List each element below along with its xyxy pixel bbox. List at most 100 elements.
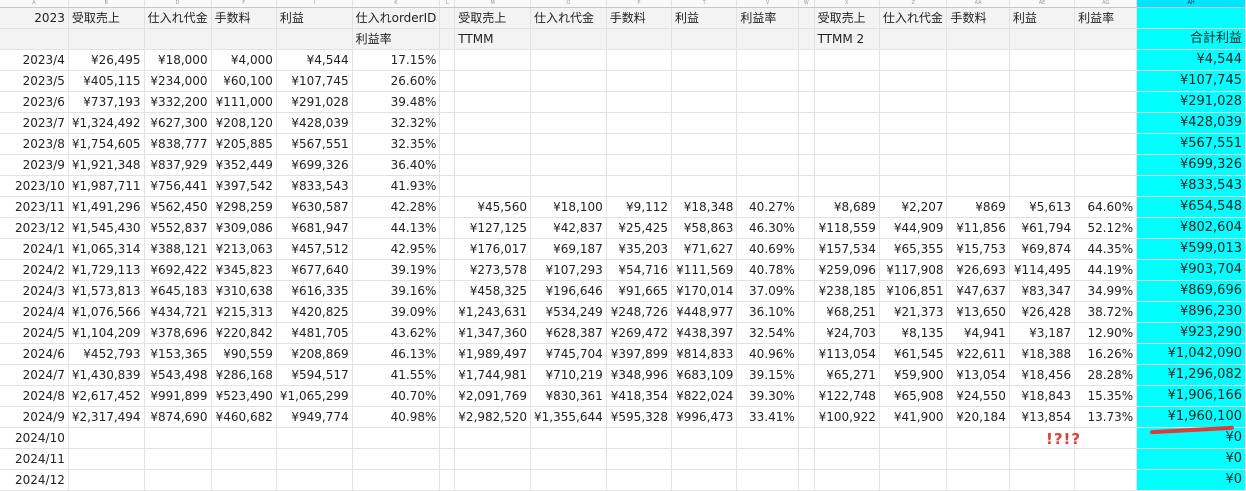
value-cell-d[interactable]: ¥838,777 — [144, 133, 212, 155]
value-cell-ae[interactable]: ¥114,495 — [1009, 259, 1076, 281]
value-cell-f[interactable] — [211, 448, 277, 470]
value-cell-ae[interactable]: ¥18,843 — [1009, 385, 1076, 407]
value-cell-f[interactable]: ¥298,259 — [211, 196, 277, 218]
month-cell[interactable]: 2024/7 — [0, 364, 69, 386]
col-letter-ah[interactable]: AH — [1136, 0, 1246, 8]
empty-cell[interactable] — [879, 28, 948, 50]
header-fee-cell[interactable]: 手数料 — [211, 7, 277, 29]
value-cell-z[interactable] — [879, 427, 948, 449]
empty-cell[interactable] — [1009, 28, 1076, 50]
value-cell-z[interactable]: ¥21,373 — [879, 301, 948, 323]
header-ttmm2-cell[interactable]: TTMM 2 — [814, 28, 880, 50]
value-cell-x[interactable] — [814, 133, 880, 155]
header-sales-cell[interactable]: 受取売上 — [68, 7, 145, 29]
value-cell-p[interactable]: ¥25,425 — [606, 217, 673, 239]
value-cell-k[interactable]: 41.55% — [352, 364, 441, 386]
value-cell-aa[interactable]: ¥24,550 — [946, 385, 1010, 407]
value-cell-t[interactable] — [671, 91, 738, 113]
value-cell-f[interactable]: ¥286,168 — [211, 364, 277, 386]
value-cell-k[interactable]: 26.60% — [352, 70, 441, 92]
value-cell-ae[interactable]: ¥3,187 — [1009, 322, 1076, 344]
total-profit-cell[interactable]: ¥567,551 — [1136, 133, 1246, 155]
value-cell-f[interactable]: ¥309,086 — [211, 217, 277, 239]
value-cell-f[interactable]: ¥205,885 — [211, 133, 277, 155]
value-cell-ae[interactable] — [1009, 448, 1076, 470]
value-cell-d[interactable] — [144, 469, 212, 491]
value-cell-m2[interactable]: ¥458,325 — [454, 280, 532, 302]
month-cell[interactable]: 2024/4 — [0, 301, 69, 323]
value-cell-x[interactable]: ¥122,748 — [814, 385, 880, 407]
value-cell-m2[interactable] — [454, 70, 532, 92]
value-cell-m2[interactable]: ¥127,125 — [454, 217, 532, 239]
value-cell-f[interactable]: ¥213,063 — [211, 238, 277, 260]
value-cell-m2[interactable]: ¥1,989,497 — [454, 343, 532, 365]
value-cell-b[interactable]: ¥1,573,813 — [68, 280, 145, 302]
empty-cell[interactable] — [1136, 7, 1246, 29]
value-cell-d[interactable]: ¥552,837 — [144, 217, 212, 239]
value-cell-ag[interactable] — [1074, 112, 1138, 134]
empty-cell[interactable] — [439, 301, 456, 323]
value-cell-x[interactable]: ¥100,922 — [814, 406, 880, 428]
value-cell-v[interactable] — [736, 427, 799, 449]
header-rate3-cell[interactable]: 利益率 — [1074, 7, 1138, 29]
value-cell-t[interactable]: ¥448,977 — [671, 301, 738, 323]
value-cell-x[interactable] — [814, 448, 880, 470]
value-cell-v[interactable] — [736, 91, 799, 113]
value-cell-f[interactable]: ¥60,100 — [211, 70, 277, 92]
empty-cell[interactable] — [439, 175, 456, 197]
value-cell-ag[interactable] — [1074, 469, 1138, 491]
value-cell-ae[interactable] — [1009, 154, 1076, 176]
value-cell-ag[interactable] — [1074, 49, 1138, 71]
value-cell-v[interactable] — [736, 175, 799, 197]
empty-cell[interactable] — [439, 154, 456, 176]
empty-cell[interactable] — [144, 28, 212, 50]
value-cell-f[interactable]: ¥523,490 — [211, 385, 277, 407]
value-cell-ae[interactable]: ¥69,874 — [1009, 238, 1076, 260]
value-cell-b[interactable]: ¥2,617,452 — [68, 385, 145, 407]
empty-cell[interactable] — [439, 70, 456, 92]
value-cell-d[interactable]: ¥991,899 — [144, 385, 212, 407]
month-cell[interactable]: 2023/9 — [0, 154, 69, 176]
value-cell-i[interactable]: ¥457,512 — [276, 238, 353, 260]
value-cell-m2[interactable] — [454, 154, 532, 176]
total-profit-cell[interactable]: ¥802,604 — [1136, 217, 1246, 239]
value-cell-aa[interactable] — [946, 154, 1010, 176]
col-letter-t[interactable]: T — [671, 0, 738, 8]
empty-cell[interactable] — [798, 343, 815, 365]
value-cell-o[interactable] — [530, 448, 607, 470]
value-cell-t[interactable] — [671, 175, 738, 197]
empty-cell[interactable] — [439, 49, 456, 71]
month-cell[interactable]: 2023/12 — [0, 217, 69, 239]
value-cell-aa[interactable] — [946, 469, 1010, 491]
value-cell-k[interactable]: 42.28% — [352, 196, 441, 218]
empty-cell[interactable] — [439, 196, 456, 218]
value-cell-v[interactable]: 39.30% — [736, 385, 799, 407]
value-cell-d[interactable]: ¥388,121 — [144, 238, 212, 260]
total-profit-cell[interactable]: ¥599,013 — [1136, 238, 1246, 260]
month-cell[interactable]: 2023/4 — [0, 49, 69, 71]
total-profit-cell[interactable]: ¥1,042,090 — [1136, 343, 1246, 365]
value-cell-o[interactable] — [530, 49, 607, 71]
value-cell-p[interactable]: ¥397,899 — [606, 343, 673, 365]
value-cell-m2[interactable]: ¥45,560 — [454, 196, 532, 218]
header-year-cell[interactable]: 2023 — [0, 7, 69, 29]
value-cell-p[interactable] — [606, 112, 673, 134]
value-cell-ag[interactable] — [1074, 70, 1138, 92]
value-cell-x[interactable]: ¥65,271 — [814, 364, 880, 386]
value-cell-ag[interactable]: 13.73% — [1074, 406, 1138, 428]
col-letter-w[interactable]: W — [798, 0, 815, 8]
value-cell-d[interactable]: ¥756,441 — [144, 175, 212, 197]
empty-cell[interactable] — [1074, 28, 1138, 50]
value-cell-p[interactable] — [606, 154, 673, 176]
value-cell-z[interactable]: ¥44,909 — [879, 217, 948, 239]
value-cell-v[interactable] — [736, 469, 799, 491]
col-letter-v[interactable]: V — [736, 0, 799, 8]
value-cell-b[interactable] — [68, 448, 145, 470]
value-cell-i[interactable]: ¥699,326 — [276, 154, 353, 176]
col-letter-l[interactable]: L — [439, 0, 456, 8]
empty-cell[interactable] — [798, 448, 815, 470]
value-cell-aa[interactable] — [946, 70, 1010, 92]
value-cell-ag[interactable] — [1074, 175, 1138, 197]
value-cell-aa[interactable] — [946, 91, 1010, 113]
value-cell-z[interactable]: ¥117,908 — [879, 259, 948, 281]
